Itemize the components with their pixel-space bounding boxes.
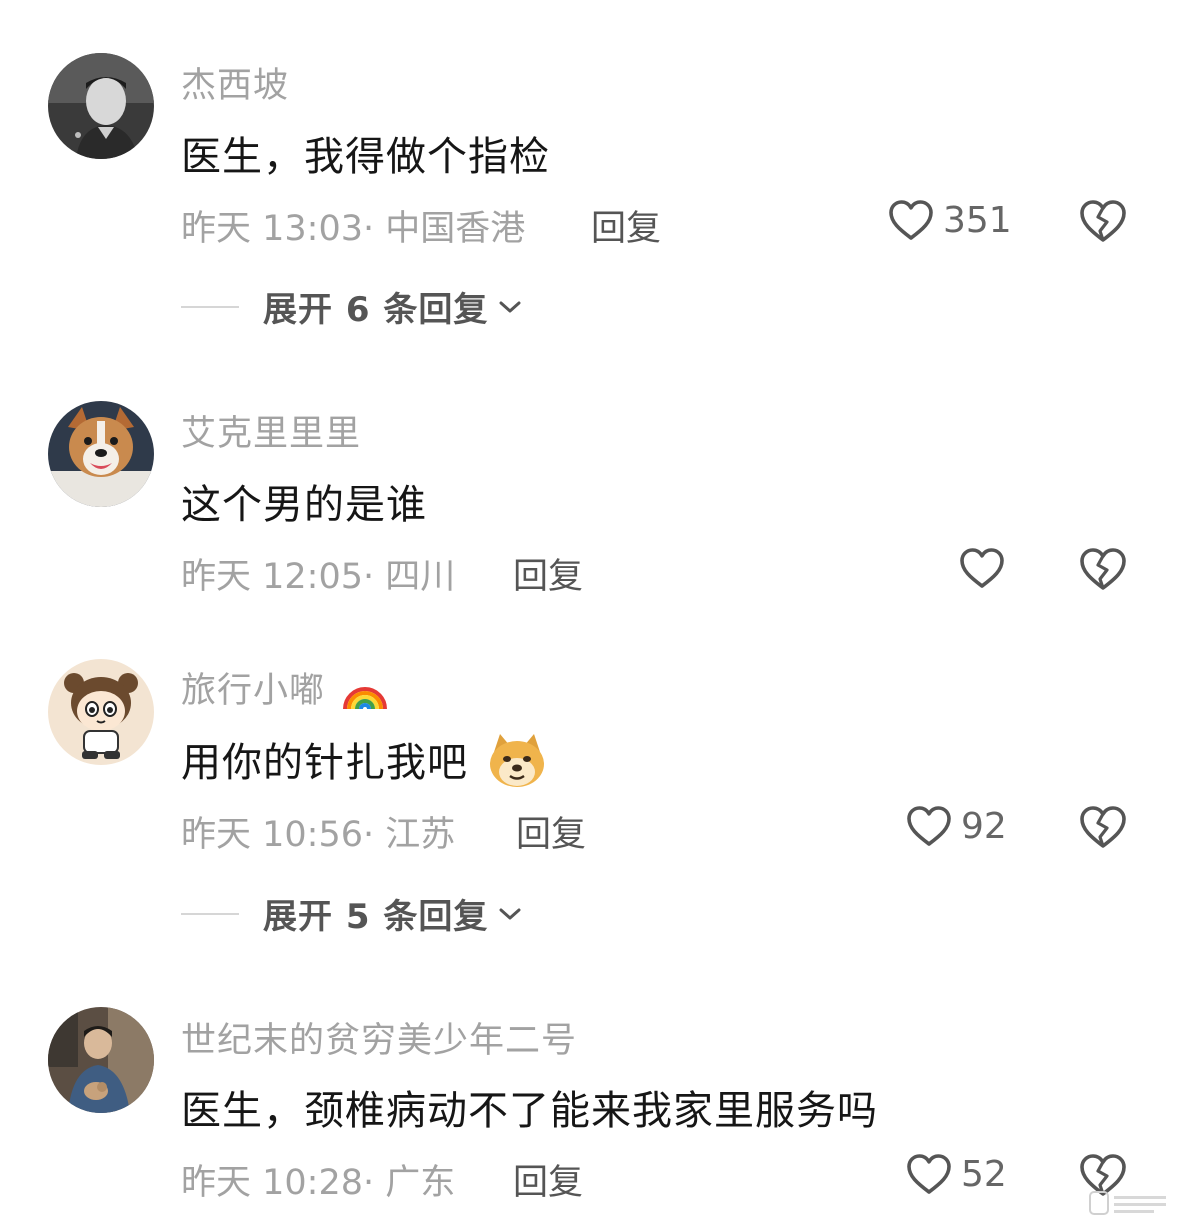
comment-text: 医生，我得做个指检 <box>181 134 550 180</box>
chevron-down-icon <box>499 301 521 312</box>
comment-time: 昨天 10:56 <box>181 815 363 855</box>
reply-button[interactable]: 回复 <box>591 200 661 251</box>
rainbow-icon <box>343 687 388 710</box>
comment-meta: 昨天 13:03· 中国香港 <box>181 200 525 251</box>
comment-meta: 昨天 10:28· 广东 <box>181 1154 455 1205</box>
doge-icon <box>489 734 544 787</box>
like-button[interactable] <box>958 546 1014 590</box>
user-avatar[interactable] <box>48 401 154 507</box>
like-count: 351 <box>943 199 1012 241</box>
user-avatar[interactable] <box>48 659 154 765</box>
chevron-down-icon <box>499 908 521 919</box>
comment-time: 昨天 13:03 <box>181 209 363 249</box>
expand-replies-label: 展开 5 条回复 <box>263 897 489 937</box>
dislike-button[interactable] <box>1078 804 1128 850</box>
cartoon-avatar-icon <box>48 659 154 765</box>
comment-location: 四川 <box>385 557 456 597</box>
username[interactable]: 艾克里里里 <box>181 405 361 456</box>
comment-text: 医生，颈椎病动不了能来我家里服务吗 <box>181 1088 878 1134</box>
comment-location: 广东 <box>385 1163 456 1203</box>
comment-location: 江苏 <box>385 815 456 855</box>
reply-button[interactable]: 回复 <box>516 806 586 857</box>
heart-icon <box>907 1154 951 1194</box>
username[interactable]: 杰西坡 <box>181 57 289 108</box>
like-count: 52 <box>961 1153 1007 1195</box>
reply-button[interactable]: 回复 <box>513 548 583 599</box>
expand-replies-label: 展开 6 条回复 <box>263 290 489 330</box>
photo-avatar-icon <box>48 1007 154 1113</box>
dislike-button[interactable] <box>1078 198 1128 244</box>
like-button[interactable]: 351 <box>887 198 1012 242</box>
divider-line <box>181 305 239 308</box>
user-avatar[interactable] <box>48 53 154 159</box>
like-button[interactable]: 52 <box>905 1152 1007 1196</box>
dislike-button[interactable] <box>1078 546 1128 592</box>
meta-separator: · <box>363 557 386 597</box>
meta-separator: · <box>363 209 386 249</box>
comment-time: 昨天 10:28 <box>181 1163 363 1203</box>
broken-heart-icon <box>1080 806 1126 848</box>
comment-location: 中国香港 <box>385 209 526 249</box>
expand-replies-button[interactable]: 展开 6 条回复 <box>181 282 522 331</box>
comment-time: 昨天 12:05 <box>181 557 363 597</box>
like-count: 92 <box>961 805 1007 847</box>
reply-button[interactable]: 回复 <box>513 1154 583 1205</box>
meta-separator: · <box>363 815 386 855</box>
heart-icon <box>889 200 933 240</box>
portrait-avatar-icon <box>48 53 154 159</box>
divider-line <box>181 912 239 915</box>
comment-meta: 昨天 10:56· 江苏 <box>181 806 455 857</box>
broken-heart-icon <box>1080 548 1126 590</box>
meta-separator: · <box>363 1163 386 1203</box>
watermark-logo-icon <box>1089 1191 1166 1215</box>
username-text: 旅行小嘟 <box>181 671 326 711</box>
heart-icon <box>960 548 1004 588</box>
heart-icon <box>907 806 951 846</box>
comment-text-body: 用你的针扎我吧 <box>181 740 468 786</box>
comment-meta: 昨天 12:05· 四川 <box>181 548 455 599</box>
comment-text: 这个男的是谁 <box>181 482 427 528</box>
username[interactable]: 旅行小嘟 <box>181 662 389 713</box>
like-button[interactable]: 92 <box>905 804 1007 848</box>
expand-replies-button[interactable]: 展开 5 条回复 <box>181 889 522 938</box>
username[interactable]: 世纪末的贫穷美少年二号 <box>181 1012 577 1063</box>
user-avatar[interactable] <box>48 1007 154 1113</box>
dog-avatar-icon <box>48 401 154 507</box>
broken-heart-icon <box>1080 200 1126 242</box>
comment-text: 用你的针扎我吧 <box>181 730 548 790</box>
